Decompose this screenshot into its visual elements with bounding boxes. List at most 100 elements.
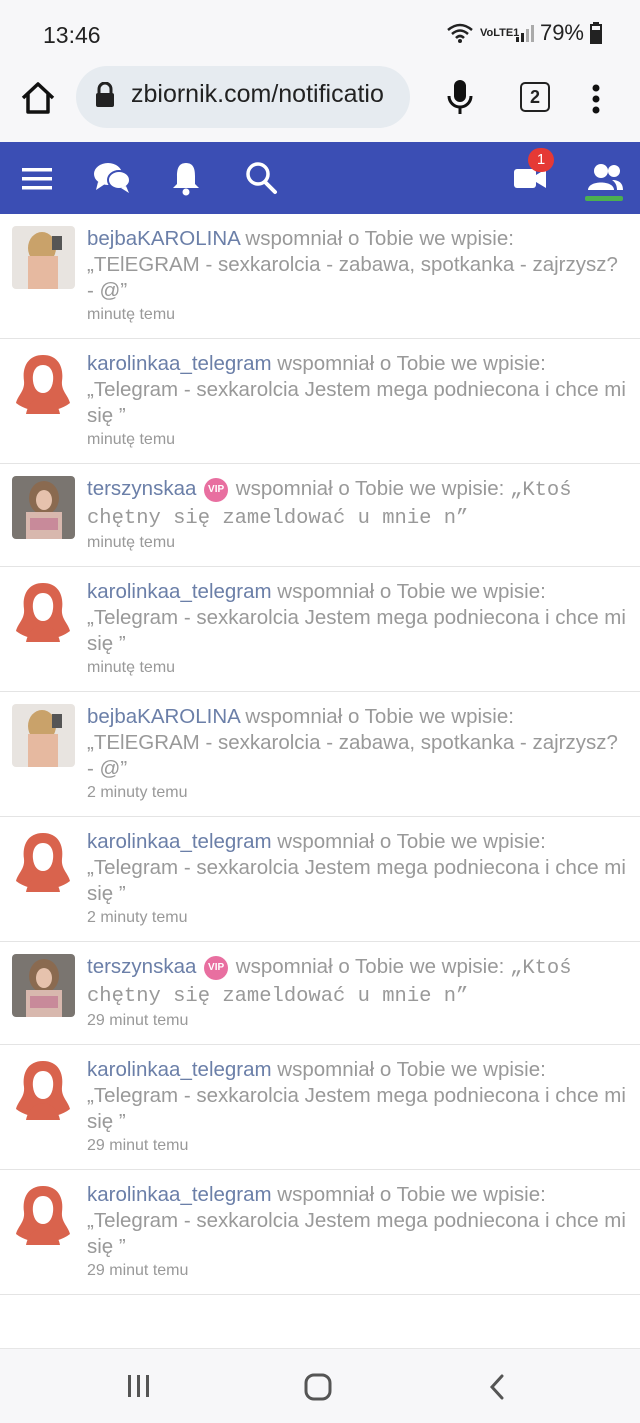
- user-photo-icon: [12, 704, 75, 767]
- avatar[interactable]: [12, 829, 75, 892]
- vip-badge: VIP: [204, 955, 229, 980]
- notification-text: karolinkaa_telegram wspomniał o Tobie we…: [87, 829, 626, 907]
- username-link[interactable]: bejbaKAROLINA: [87, 705, 240, 728]
- notification-text: terszynskaa VIP wspomniał o Tobie we wpi…: [87, 476, 626, 532]
- home-icon[interactable]: [18, 78, 58, 118]
- video-notification-badge: 1: [528, 148, 554, 172]
- action-text: wspomniał o Tobie we wpisie:: [271, 830, 546, 853]
- post-quote[interactable]: „TElEGRAM - sexkarolcia - zabawa, spotka…: [87, 731, 618, 780]
- timestamp: minutę temu: [87, 431, 176, 448]
- timestamp: minutę temu: [87, 306, 176, 323]
- url-text: zbiornik.com/notificatio: [131, 80, 384, 108]
- default-avatar-icon: [16, 833, 70, 892]
- action-text: wspomniał o Tobie we wpisie:: [271, 580, 546, 603]
- timestamp: minutę temu: [87, 659, 176, 676]
- post-quote[interactable]: „Telegram - sexkarolcia Jestem mega podn…: [87, 606, 626, 655]
- timestamp: minutę temu: [87, 534, 176, 551]
- timestamp: 2 minuty temu: [87, 909, 188, 926]
- action-text: wspomniał o Tobie we wpisie:: [271, 1058, 546, 1081]
- notification-text: karolinkaa_telegram wspomniał o Tobie we…: [87, 579, 626, 657]
- default-avatar-icon: [16, 355, 70, 414]
- notification-text: karolinkaa_telegram wspomniał o Tobie we…: [87, 1057, 626, 1135]
- back-icon[interactable]: [487, 1373, 507, 1401]
- notification-item[interactable]: bejbaKAROLINA wspomniał o Tobie we wpisi…: [0, 692, 640, 817]
- post-quote[interactable]: „Telegram - sexkarolcia Jestem mega podn…: [87, 856, 626, 905]
- status-bar: 13:46 VoLTE1 79%: [0, 0, 640, 70]
- bell-icon[interactable]: [170, 160, 202, 196]
- site-navbar: 1: [0, 142, 640, 214]
- notification-text: karolinkaa_telegram wspomniał o Tobie we…: [87, 351, 626, 429]
- avatar[interactable]: [12, 704, 75, 767]
- avatar[interactable]: [12, 1057, 75, 1120]
- action-text: wspomniał o Tobie we wpisie:: [239, 227, 514, 250]
- avatar[interactable]: [12, 954, 75, 1017]
- avatar[interactable]: [12, 579, 75, 642]
- notification-item[interactable]: karolinkaa_telegram wspomniał o Tobie we…: [0, 1045, 640, 1170]
- username-link[interactable]: karolinkaa_telegram: [87, 352, 272, 375]
- battery-icon: [590, 22, 602, 44]
- status-time: 13:46: [43, 22, 101, 48]
- post-quote[interactable]: „Telegram - sexkarolcia Jestem mega podn…: [87, 1084, 626, 1133]
- default-avatar-icon: [16, 1061, 70, 1120]
- username-link[interactable]: karolinkaa_telegram: [87, 830, 272, 853]
- notification-item[interactable]: bejbaKAROLINA wspomniał o Tobie we wpisi…: [0, 214, 640, 339]
- wifi-icon: [447, 23, 473, 43]
- post-quote[interactable]: „Telegram - sexkarolcia Jestem mega podn…: [87, 1209, 626, 1258]
- avatar[interactable]: [12, 1182, 75, 1245]
- action-text: wspomniał o Tobie we wpisie:: [230, 955, 511, 978]
- microphone-icon[interactable]: [445, 78, 475, 118]
- search-icon[interactable]: [245, 160, 279, 196]
- battery-percent: 79%: [539, 20, 584, 45]
- action-text: wspomniał o Tobie we wpisie:: [239, 705, 514, 728]
- notification-item[interactable]: karolinkaa_telegram wspomniał o Tobie we…: [0, 567, 640, 692]
- notification-item[interactable]: karolinkaa_telegram wspomniał o Tobie we…: [0, 817, 640, 942]
- avatar[interactable]: [12, 226, 75, 289]
- timestamp: 29 minut temu: [87, 1137, 189, 1154]
- avatar[interactable]: [12, 351, 75, 414]
- notification-item[interactable]: terszynskaa VIP wspomniał o Tobie we wpi…: [0, 464, 640, 567]
- lock-icon: [96, 82, 114, 107]
- more-menu-icon[interactable]: [584, 80, 608, 120]
- network-label: VoLTE1: [479, 26, 520, 39]
- username-link[interactable]: karolinkaa_telegram: [87, 580, 272, 603]
- post-quote[interactable]: „TElEGRAM - sexkarolcia - zabawa, spotka…: [87, 253, 618, 302]
- username-link[interactable]: bejbaKAROLINA: [87, 227, 240, 250]
- timestamp: 2 minuty temu: [87, 784, 188, 801]
- notification-text: karolinkaa_telegram wspomniał o Tobie we…: [87, 1182, 626, 1260]
- username-link[interactable]: karolinkaa_telegram: [87, 1058, 272, 1081]
- notification-text: terszynskaa VIP wspomniał o Tobie we wpi…: [87, 954, 626, 1010]
- post-quote[interactable]: „Telegram - sexkarolcia Jestem mega podn…: [87, 378, 626, 427]
- address-bar[interactable]: zbiornik.com/notificatio: [76, 66, 410, 128]
- user-photo-icon: [12, 476, 75, 539]
- signal-icon: [515, 25, 534, 42]
- notification-text: bejbaKAROLINA wspomniał o Tobie we wpisi…: [87, 704, 626, 782]
- action-text: wspomniał o Tobie we wpisie:: [230, 477, 511, 500]
- home-button-icon[interactable]: [304, 1373, 332, 1401]
- username-link[interactable]: karolinkaa_telegram: [87, 1183, 272, 1206]
- notification-text: bejbaKAROLINA wspomniał o Tobie we wpisi…: [87, 226, 626, 304]
- user-photo-icon: [12, 954, 75, 1017]
- username-link[interactable]: terszynskaa: [87, 955, 196, 978]
- default-avatar-icon: [16, 583, 70, 642]
- default-avatar-icon: [16, 1186, 70, 1245]
- notification-list: bejbaKAROLINA wspomniał o Tobie we wpisi…: [0, 214, 640, 1295]
- username-link[interactable]: terszynskaa: [87, 477, 196, 500]
- action-text: wspomniał o Tobie we wpisie:: [271, 352, 546, 375]
- friends-icon[interactable]: [586, 162, 624, 194]
- notification-item[interactable]: terszynskaa VIP wspomniał o Tobie we wpi…: [0, 942, 640, 1045]
- notification-item[interactable]: karolinkaa_telegram wspomniał o Tobie we…: [0, 1170, 640, 1295]
- notification-item[interactable]: karolinkaa_telegram wspomniał o Tobie we…: [0, 339, 640, 464]
- hamburger-menu-icon[interactable]: [22, 160, 54, 196]
- avatar[interactable]: [12, 476, 75, 539]
- timestamp: 29 minut temu: [87, 1012, 189, 1029]
- system-navigation-bar: [0, 1348, 640, 1423]
- active-tab-indicator: [585, 196, 623, 201]
- timestamp: 29 minut temu: [87, 1262, 189, 1279]
- recent-apps-icon[interactable]: [126, 1373, 152, 1399]
- user-photo-icon: [12, 226, 75, 289]
- browser-toolbar: zbiornik.com/notificatio 2: [0, 66, 640, 142]
- action-text: wspomniał o Tobie we wpisie:: [271, 1183, 546, 1206]
- chat-icon[interactable]: [92, 160, 132, 196]
- vip-badge: VIP: [204, 477, 229, 502]
- tab-switcher-button[interactable]: 2: [520, 82, 550, 112]
